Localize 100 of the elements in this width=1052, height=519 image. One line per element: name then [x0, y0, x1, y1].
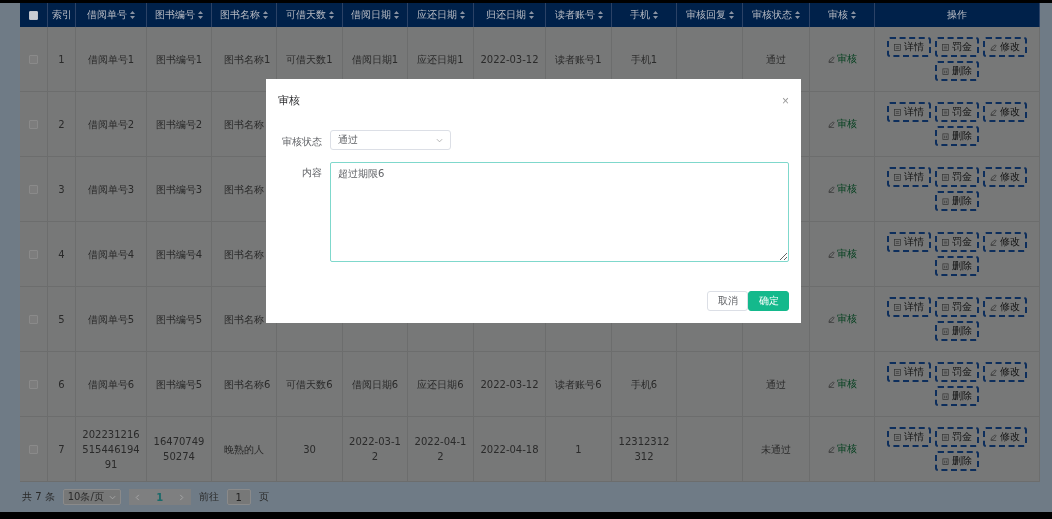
edit-button[interactable]: 修改 [983, 37, 1027, 57]
delete-button[interactable]: 删除 [935, 451, 979, 471]
delete-button[interactable]: 删除 [935, 126, 979, 146]
chevron-right-icon [178, 493, 186, 501]
cancel-button[interactable]: 取消 [707, 291, 748, 311]
sort-icon[interactable] [597, 11, 603, 19]
fine-button[interactable]: 罚金 [935, 297, 979, 317]
delete-button[interactable]: 删除 [935, 191, 979, 211]
sort-icon[interactable] [528, 11, 534, 19]
table-cell-text: 图书名称 [224, 117, 264, 132]
column-header[interactable]: 审核回复 [685, 8, 726, 22]
fine-button[interactable]: 罚金 [935, 37, 979, 57]
document-icon [942, 303, 949, 311]
total-count: 共 7 条 [22, 490, 55, 504]
trash-icon [942, 457, 949, 465]
status-select[interactable]: 通过 [330, 130, 451, 150]
table-cell-text: 6 [58, 377, 65, 392]
sort-icon[interactable] [653, 11, 658, 19]
column-header[interactable]: 图书编号 [155, 8, 195, 22]
table-cell-text: 借阅单号6 [87, 377, 135, 392]
review-link[interactable]: 审核 [827, 247, 857, 261]
review-link[interactable]: 审核 [827, 52, 857, 66]
content-label: 内容 [301, 166, 322, 180]
edit-button[interactable]: 修改 [983, 427, 1027, 447]
document-icon [894, 43, 901, 51]
sort-icon[interactable] [795, 11, 800, 19]
column-header[interactable]: 应还日期 [416, 8, 457, 22]
review-link[interactable]: 审核 [827, 312, 857, 326]
detail-button[interactable]: 详情 [887, 102, 931, 122]
delete-button[interactable]: 删除 [935, 256, 979, 276]
sort-icon[interactable] [459, 11, 465, 19]
table-cell-text: 20223121651544619491 [81, 427, 141, 472]
column-header[interactable]: 审核 [828, 8, 848, 22]
fine-button[interactable]: 罚金 [935, 232, 979, 252]
table-cell-text: 5 [58, 312, 65, 327]
delete-button[interactable]: 删除 [935, 321, 979, 341]
delete-button[interactable]: 删除 [935, 61, 979, 81]
sort-icon[interactable] [328, 11, 334, 19]
column-header[interactable]: 归还日期 [485, 8, 526, 22]
review-link[interactable]: 审核 [827, 442, 857, 456]
review-link[interactable]: 审核 [827, 377, 857, 391]
column-header: 索引 [51, 8, 72, 22]
table-cell-text: 可借天数6 [286, 377, 333, 392]
content-field[interactable]: 超过期限6 [330, 162, 789, 262]
document-icon [894, 173, 901, 181]
edit-button[interactable]: 修改 [983, 167, 1027, 187]
detail-button[interactable]: 详情 [887, 297, 931, 317]
table-cell-text: 手机1 [630, 52, 658, 67]
column-header[interactable]: 手机 [630, 8, 650, 22]
table-cell-text: 借阅单号5 [87, 312, 135, 327]
document-icon [942, 108, 949, 116]
sort-icon[interactable] [728, 11, 734, 19]
table-cell-text: 图书名称 [224, 182, 264, 197]
trash-icon [942, 67, 949, 75]
sort-icon[interactable] [198, 11, 203, 19]
table-cell-text: 借阅单号2 [87, 117, 135, 132]
pencil-icon [827, 250, 835, 258]
edit-button[interactable]: 修改 [983, 232, 1027, 252]
trash-icon [942, 392, 949, 400]
edit-button[interactable]: 修改 [983, 297, 1027, 317]
pencil-icon [827, 185, 835, 193]
goto-page-field[interactable]: 1 [226, 489, 251, 505]
table-cell-text: 2022-03-12 [480, 377, 539, 392]
detail-button[interactable]: 详情 [887, 232, 931, 252]
column-header[interactable]: 可借天数 [285, 8, 326, 22]
pencil-icon [827, 120, 835, 128]
document-icon [894, 303, 901, 311]
detail-button[interactable]: 详情 [887, 37, 931, 57]
document-icon [894, 108, 901, 116]
sort-icon[interactable] [851, 11, 856, 19]
trash-icon [942, 327, 949, 335]
column-header[interactable]: 借阅单号 [87, 8, 127, 22]
sort-icon[interactable] [263, 11, 268, 19]
sort-icon[interactable] [130, 11, 135, 19]
fine-button[interactable]: 罚金 [935, 427, 979, 447]
table-cell-text: 应还日期6 [417, 377, 464, 392]
page-size-select[interactable]: 10条/页 [62, 489, 121, 505]
detail-button[interactable]: 详情 [887, 167, 931, 187]
column-header[interactable]: 读者账号 [554, 8, 595, 22]
detail-button[interactable]: 详情 [887, 427, 931, 447]
review-link[interactable]: 审核 [827, 182, 857, 196]
fine-button[interactable]: 罚金 [935, 167, 979, 187]
review-link[interactable]: 审核 [827, 117, 857, 131]
sort-icon[interactable] [394, 11, 399, 19]
table-cell-text: 图书编号3 [155, 182, 203, 197]
fine-button[interactable]: 罚金 [935, 102, 979, 122]
delete-button[interactable]: 删除 [935, 386, 979, 406]
edit-button[interactable]: 修改 [983, 102, 1027, 122]
table-cell-text: 图书编号5 [155, 312, 203, 327]
close-button[interactable]: × [782, 93, 789, 108]
select-all-checkbox[interactable] [29, 10, 38, 20]
detail-button[interactable]: 详情 [887, 362, 931, 382]
column-header[interactable]: 借阅日期 [351, 8, 391, 22]
column-header[interactable]: 审核状态 [752, 8, 792, 22]
column-header[interactable]: 图书名称 [220, 8, 260, 22]
confirm-button[interactable]: 确定 [748, 291, 789, 311]
table-cell-text: 图书名称6 [224, 377, 271, 392]
fine-button[interactable]: 罚金 [935, 362, 979, 382]
edit-button[interactable]: 修改 [983, 362, 1027, 382]
chevron-down-icon [436, 136, 443, 144]
